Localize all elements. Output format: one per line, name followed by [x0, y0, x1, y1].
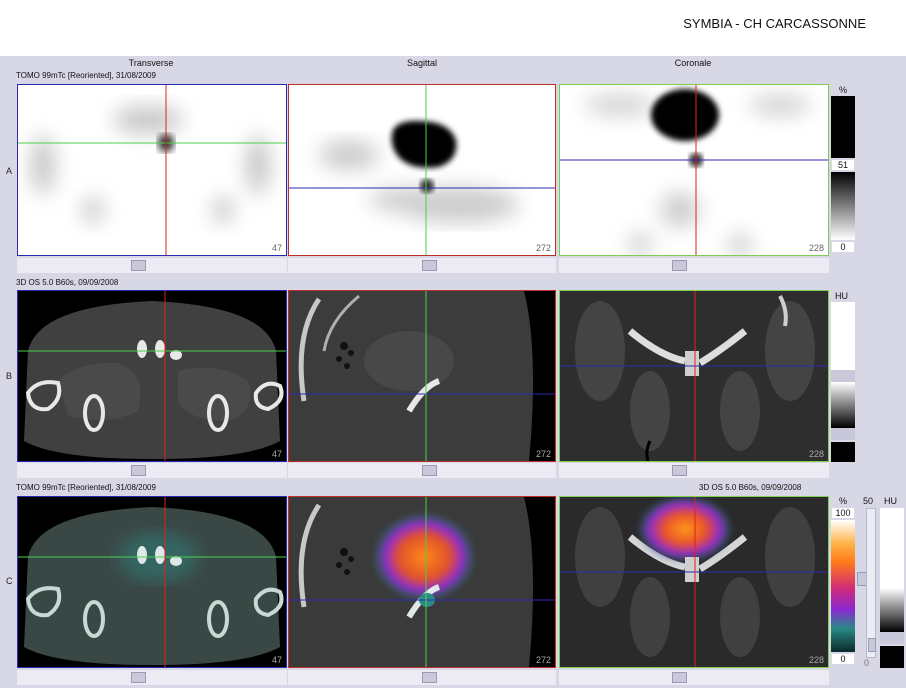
row-b-coronal-view[interactable]: 228 [559, 290, 829, 462]
row-c-window-slider[interactable] [866, 508, 876, 658]
row-c-sagittal-view[interactable]: 272 [288, 496, 556, 668]
slice-number: 228 [808, 655, 824, 665]
row-b-window-handle-bottom[interactable] [831, 428, 855, 440]
row-a-transverse-view[interactable]: 47 [17, 84, 287, 256]
row-a-scale-mid: 51 [832, 160, 854, 170]
row-c-pet-colorbar[interactable] [831, 520, 855, 652]
row-a-series-label: TOMO 99mTc [Reoriented], 31/08/2009 [16, 71, 156, 80]
row-c-sagittal-slider[interactable] [288, 670, 556, 685]
row-b-transverse-slider[interactable] [17, 463, 287, 478]
row-b-label: B [6, 371, 13, 381]
slice-number: 228 [808, 449, 824, 459]
row-c-scale-unit-pct: % [839, 496, 848, 506]
slider-thumb[interactable] [131, 465, 146, 476]
slider-thumb[interactable] [422, 465, 437, 476]
row-c-scale-low: 0 [832, 654, 854, 664]
row-a-scale-low: 0 [832, 242, 854, 252]
row-c-ct-colorbar-top[interactable] [880, 508, 904, 588]
app-header: SYMBIA - CH CARCASSONNE [0, 0, 906, 56]
row-c-series-label: TOMO 99mTc [Reoriented], 31/08/2009 [16, 483, 156, 492]
row-a-sagittal-view[interactable]: 272 [288, 84, 556, 256]
row-b-series-label: 3D OS 5.0 B60s, 09/09/2008 [16, 278, 119, 287]
row-c-transverse-view[interactable]: 47 [17, 496, 287, 668]
row-c-window-low: 0 [864, 658, 870, 668]
row-a-sagittal-slider[interactable] [288, 258, 556, 273]
row-c-series-label-right: 3D OS 5.0 B60s, 09/09/2008 [699, 483, 802, 492]
slice-number: 228 [808, 243, 824, 253]
row-c-transverse-slider[interactable] [17, 670, 287, 685]
row-a-transverse-slider[interactable] [17, 258, 287, 273]
site-title: SYMBIA - CH CARCASSONNE [683, 16, 866, 31]
slider-thumb[interactable] [672, 260, 687, 271]
slice-number: 47 [271, 655, 282, 665]
column-label-transverse: Transverse [128, 58, 174, 68]
row-c-scale-unit-hu: HU [884, 496, 897, 506]
row-b-colorbar-bottom[interactable] [831, 442, 855, 462]
row-c-label: C [6, 576, 13, 586]
slider-thumb[interactable] [422, 260, 437, 271]
slice-number: 272 [535, 655, 551, 665]
row-b-scale-unit: HU [835, 291, 848, 301]
row-a-coronal-view[interactable]: 228 [559, 84, 829, 256]
slider-thumb[interactable] [422, 672, 437, 683]
row-c-ct-window-handle[interactable] [880, 632, 904, 644]
row-c-coronal-slider[interactable] [559, 670, 829, 685]
row-c-ct-colorbar-gradient[interactable] [880, 588, 904, 632]
row-c-window-slider-thumb[interactable] [868, 638, 876, 652]
row-b-transverse-view[interactable]: 47 [17, 290, 287, 462]
slice-number: 272 [535, 243, 551, 253]
row-b-sagittal-view[interactable]: 272 [288, 290, 556, 462]
slice-number: 47 [271, 243, 282, 253]
row-a-label: A [6, 166, 13, 176]
slider-thumb[interactable] [131, 260, 146, 271]
row-c-scale-top: 100 [832, 508, 854, 518]
row-a-colorbar-bottom[interactable] [831, 172, 855, 240]
slice-number: 47 [271, 449, 282, 459]
row-a-coronal-slider[interactable] [559, 258, 829, 273]
row-b-colorbar-gradient[interactable] [831, 382, 855, 428]
row-a-colorbar-top[interactable] [831, 96, 855, 158]
row-b-sagittal-slider[interactable] [288, 463, 556, 478]
row-b-coronal-slider[interactable] [559, 463, 829, 478]
row-c-coronal-view[interactable]: 228 [559, 496, 829, 668]
row-c-scale-window: 50 [863, 496, 874, 506]
slider-thumb[interactable] [672, 465, 687, 476]
row-c-ct-colorbar-bottom[interactable] [880, 646, 904, 668]
row-b-window-handle-top[interactable] [831, 370, 855, 382]
column-label-sagittal: Sagittal [406, 58, 438, 68]
column-label-coronal: Coronale [674, 58, 712, 68]
slice-number: 272 [535, 449, 551, 459]
row-b-colorbar-top[interactable] [831, 302, 855, 370]
row-a-scale-unit: % [839, 85, 848, 95]
slider-thumb[interactable] [672, 672, 687, 683]
slider-thumb[interactable] [131, 672, 146, 683]
